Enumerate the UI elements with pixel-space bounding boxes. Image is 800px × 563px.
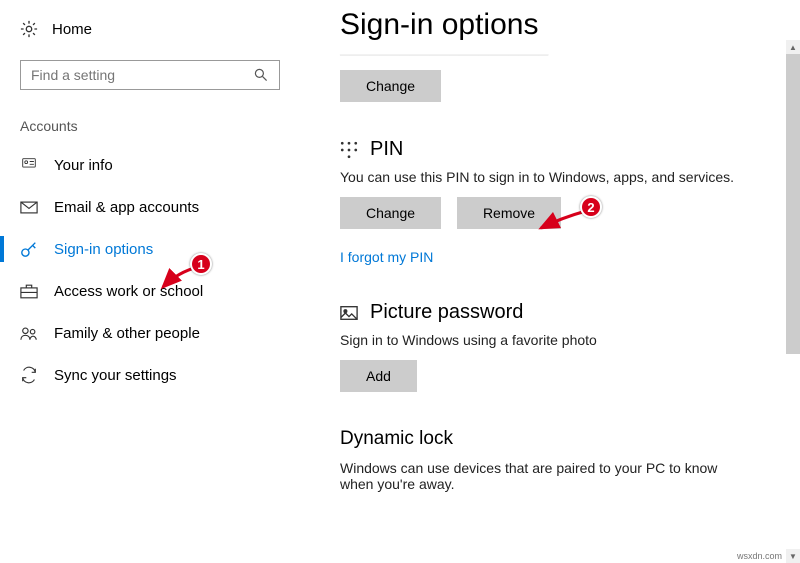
picture-icon: [340, 304, 358, 322]
gear-icon: [20, 20, 38, 38]
search-container: [20, 60, 280, 90]
scrollbar-thumb[interactable]: [786, 54, 800, 354]
pin-desc: You can use this PIN to sign in to Windo…: [340, 169, 784, 185]
pin-change-button[interactable]: Change: [340, 197, 441, 229]
home-label: Home: [52, 21, 92, 38]
sidebar-item-family[interactable]: Family & other people: [0, 312, 300, 354]
settings-main: Sign-in options ───────────────────── Ch…: [340, 0, 784, 563]
pin-section: PIN You can use this PIN to sign in to W…: [340, 138, 784, 265]
search-icon: [252, 66, 270, 84]
pin-title: PIN: [370, 138, 403, 161]
sidebar-item-label: Sync your settings: [54, 367, 177, 384]
people-icon: [20, 324, 38, 342]
badge-icon: [20, 156, 38, 174]
sidebar-item-label: Email & app accounts: [54, 199, 199, 216]
sidebar-item-label: Family & other people: [54, 325, 200, 342]
category-label: Accounts: [0, 118, 300, 144]
sidebar-item-sign-in-options[interactable]: Sign-in options: [0, 228, 300, 270]
search-input[interactable]: [20, 60, 280, 90]
dynamic-desc: Windows can use devices that are paired …: [340, 460, 740, 492]
mail-icon: [20, 198, 38, 216]
page-title: Sign-in options: [340, 8, 784, 42]
sidebar-item-sync[interactable]: Sync your settings: [0, 354, 300, 396]
sidebar-item-email[interactable]: Email & app accounts: [0, 186, 300, 228]
keypad-icon: [340, 141, 358, 159]
scroll-down-button[interactable]: ▼: [786, 549, 800, 563]
annotation-badge-2: 2: [580, 196, 602, 218]
annotation-badge-1: 1: [190, 253, 212, 275]
briefcase-icon: [20, 282, 38, 300]
pin-remove-button[interactable]: Remove: [457, 197, 561, 229]
dynamic-lock-section: Dynamic lock Windows can use devices tha…: [340, 428, 784, 492]
sidebar-item-work-school[interactable]: Access work or school: [0, 270, 300, 312]
forgot-pin-link[interactable]: I forgot my PIN: [340, 249, 433, 265]
picture-title: Picture password: [370, 301, 523, 324]
picture-desc: Sign in to Windows using a favorite phot…: [340, 332, 784, 348]
watermark: wsxdn.com: [737, 551, 782, 561]
settings-sidebar: Home Accounts Your info Email & app acco…: [0, 0, 300, 563]
sidebar-item-your-info[interactable]: Your info: [0, 144, 300, 186]
sidebar-item-label: Your info: [54, 157, 113, 174]
password-section-desc: ─────────────────────: [340, 46, 784, 62]
dynamic-title: Dynamic lock: [340, 428, 784, 450]
sidebar-item-label: Sign-in options: [54, 241, 153, 258]
sidebar-item-label: Access work or school: [54, 283, 203, 300]
scroll-up-button[interactable]: ▲: [786, 40, 800, 54]
key-icon: [20, 240, 38, 258]
sync-icon: [20, 366, 38, 384]
picture-add-button[interactable]: Add: [340, 360, 417, 392]
home-link[interactable]: Home: [0, 12, 300, 46]
picture-password-section: Picture password Sign in to Windows usin…: [340, 301, 784, 392]
password-change-button[interactable]: Change: [340, 70, 441, 102]
